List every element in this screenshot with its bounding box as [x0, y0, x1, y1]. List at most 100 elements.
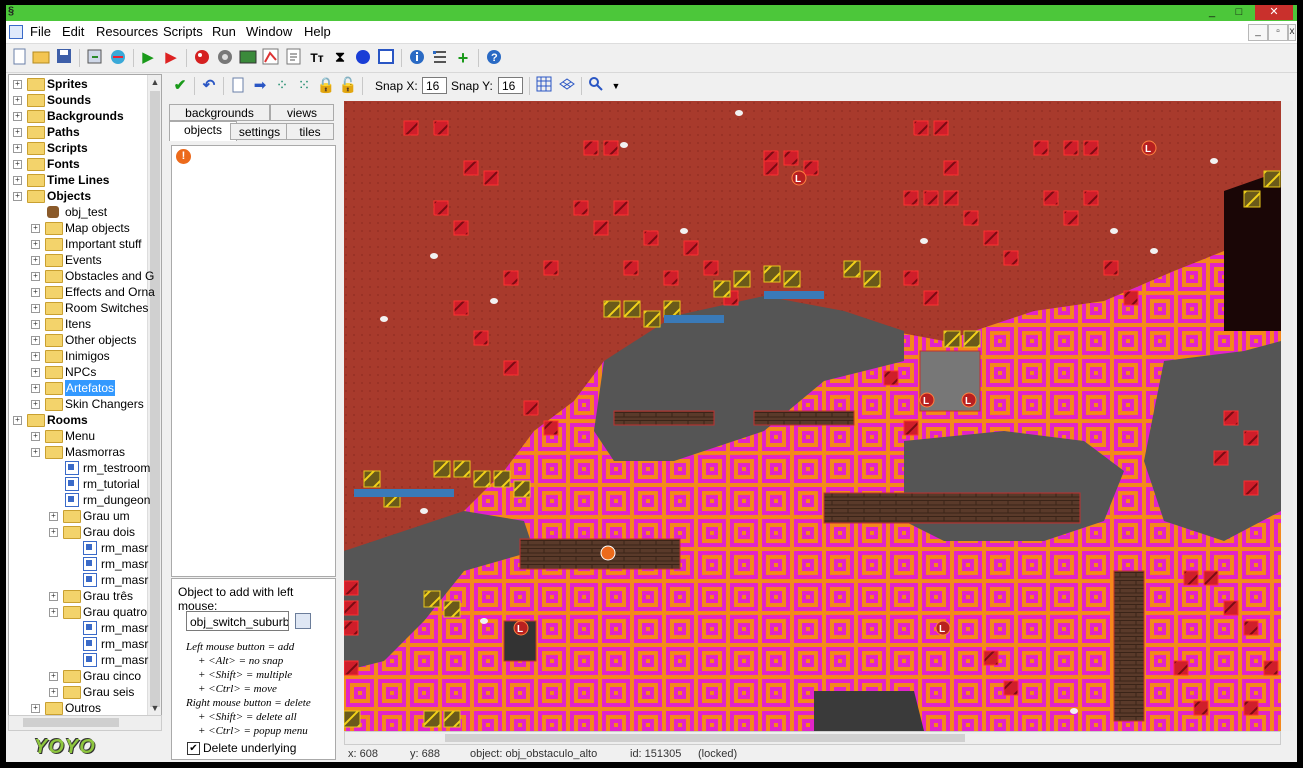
- expand-toggle-icon[interactable]: +: [31, 432, 40, 441]
- tree-item-grau-seis[interactable]: + Grau seis: [9, 684, 147, 700]
- tree-horizontal-scrollbar[interactable]: [8, 715, 162, 731]
- expand-toggle-icon[interactable]: +: [31, 336, 40, 345]
- tree-item-artefatos[interactable]: + Artefatos: [9, 380, 147, 396]
- expand-toggle-icon[interactable]: +: [13, 176, 22, 185]
- minimize-button[interactable]: _: [1199, 5, 1225, 20]
- tree-item-menu[interactable]: + Menu: [9, 428, 147, 444]
- menu-edit[interactable]: Edit: [62, 24, 84, 39]
- menu-file[interactable]: File: [30, 24, 51, 39]
- expand-toggle-icon[interactable]: +: [31, 352, 40, 361]
- help-icon[interactable]: ?: [484, 48, 504, 68]
- object-palette-list[interactable]: !: [171, 145, 336, 577]
- tree-item-rm-masr[interactable]: rm_masr: [9, 572, 148, 588]
- expand-toggle-icon[interactable]: +: [49, 512, 58, 521]
- tab-tiles[interactable]: tiles: [286, 123, 334, 140]
- publish-icon[interactable]: [108, 48, 128, 68]
- create-object-icon[interactable]: [353, 48, 373, 68]
- snap-y-input[interactable]: 16: [498, 77, 523, 94]
- unlock-instances-icon[interactable]: 🔓: [338, 76, 358, 96]
- expand-toggle-icon[interactable]: +: [31, 224, 40, 233]
- ok-checkmark-icon[interactable]: ✔: [170, 76, 190, 96]
- close-button[interactable]: ✕: [1255, 5, 1293, 20]
- expand-toggle-icon[interactable]: +: [31, 304, 40, 313]
- mdi-close-icon[interactable]: x: [1288, 24, 1296, 41]
- tree-item-other-objects[interactable]: + Other objects: [9, 332, 147, 348]
- tree-scroll-thumb[interactable]: [150, 91, 160, 707]
- mdi-minimize-icon[interactable]: _: [1248, 24, 1268, 41]
- expand-toggle-icon[interactable]: +: [31, 704, 40, 713]
- sort-y-icon[interactable]: ⁙: [294, 76, 314, 96]
- delete-underlying-checkbox[interactable]: ✔: [187, 742, 200, 755]
- canvas-horizontal-scrollbar[interactable]: [344, 731, 1281, 745]
- expand-toggle-icon[interactable]: +: [31, 288, 40, 297]
- tree-item-rm-masr[interactable]: rm_masr: [9, 556, 148, 572]
- expand-toggle-icon[interactable]: +: [31, 448, 40, 457]
- save-icon[interactable]: [54, 48, 74, 68]
- expand-toggle-icon[interactable]: +: [49, 608, 58, 617]
- create-timeline-icon[interactable]: ⧗: [330, 48, 350, 68]
- tree-item-outros[interactable]: + Outros: [9, 700, 147, 715]
- tree-item-rm-tutorial[interactable]: rm_tutorial: [9, 476, 147, 492]
- tree-item-inimigos[interactable]: + Inimigos: [9, 348, 147, 364]
- tree-item-paths[interactable]: + Paths: [9, 124, 147, 140]
- expand-toggle-icon[interactable]: +: [13, 144, 22, 153]
- resource-tree[interactable]: ▲ ▼ + Sprites + Sounds + Backgrounds + Paths + Sc…: [8, 74, 162, 716]
- tree-item-npcs[interactable]: + NPCs: [9, 364, 147, 380]
- room-canvas[interactable]: L L L L L L: [344, 101, 1281, 731]
- tree-item-grau-quatro[interactable]: + Grau quatro: [9, 604, 147, 620]
- global-settings-icon[interactable]: [430, 48, 450, 68]
- clear-room-icon[interactable]: [228, 76, 248, 96]
- tree-item-grau-cinco[interactable]: + Grau cinco: [9, 668, 147, 684]
- debug-game-icon[interactable]: ▶: [161, 48, 181, 68]
- maximize-button[interactable]: □: [1226, 5, 1252, 20]
- mdi-restore-icon[interactable]: ▫: [1268, 24, 1288, 41]
- tree-item-room-switches[interactable]: + Room Switches: [9, 300, 148, 316]
- room-map[interactable]: L L L L L L: [344, 101, 1281, 731]
- create-path-icon[interactable]: [261, 48, 281, 68]
- expand-toggle-icon[interactable]: +: [13, 192, 22, 201]
- menu-window[interactable]: Window: [246, 24, 292, 39]
- expand-toggle-icon[interactable]: +: [13, 112, 22, 121]
- tree-item-map-objects[interactable]: + Map objects: [9, 220, 147, 236]
- zoom-icon[interactable]: [586, 76, 606, 96]
- menu-help[interactable]: Help: [304, 24, 331, 39]
- tree-item-effects-and-orna[interactable]: + Effects and Orna: [9, 284, 155, 300]
- expand-toggle-icon[interactable]: +: [13, 80, 22, 89]
- expand-toggle-icon[interactable]: +: [49, 672, 58, 681]
- run-game-icon[interactable]: ▶: [138, 48, 158, 68]
- scroll-down-icon[interactable]: ▼: [148, 701, 161, 715]
- tree-item-obstacles-and-g[interactable]: + Obstacles and G: [9, 268, 154, 284]
- tree-item-sounds[interactable]: + Sounds: [9, 92, 147, 108]
- object-picker-icon[interactable]: [295, 613, 311, 629]
- expand-toggle-icon[interactable]: +: [31, 240, 40, 249]
- scroll-up-icon[interactable]: ▲: [148, 75, 161, 89]
- tree-item-time-lines[interactable]: + Time Lines: [9, 172, 147, 188]
- canvas-vertical-scrollbar[interactable]: [1281, 101, 1293, 731]
- expand-toggle-icon[interactable]: +: [31, 320, 40, 329]
- tree-item-skin-changers[interactable]: + Skin Changers: [9, 396, 147, 412]
- game-info-icon[interactable]: [407, 48, 427, 68]
- tree-item-obj-test[interactable]: obj_test: [9, 204, 147, 220]
- menu-scripts[interactable]: Scripts: [163, 24, 203, 39]
- create-background-icon[interactable]: [238, 48, 258, 68]
- tree-item-fonts[interactable]: + Fonts: [9, 156, 147, 172]
- tree-item-important-stuff[interactable]: + Important stuff: [9, 236, 147, 252]
- expand-toggle-icon[interactable]: +: [31, 272, 40, 281]
- create-script-icon[interactable]: [284, 48, 304, 68]
- tree-item-masmorras[interactable]: + Masmorras: [9, 444, 147, 460]
- grid-toggle-icon[interactable]: [534, 76, 554, 96]
- tree-item-grau-dois[interactable]: + Grau dois: [9, 524, 147, 540]
- tab-objects[interactable]: objects: [169, 121, 237, 141]
- expand-toggle-icon[interactable]: +: [13, 96, 22, 105]
- open-folder-icon[interactable]: [31, 48, 51, 68]
- tree-item-grau-um[interactable]: + Grau um: [9, 508, 147, 524]
- snap-x-input[interactable]: 16: [422, 77, 447, 94]
- tree-item-sprites[interactable]: + Sprites: [9, 76, 147, 92]
- zoom-dropdown-icon[interactable]: ▼: [606, 76, 626, 96]
- tree-item-objects[interactable]: + Objects: [9, 188, 147, 204]
- tree-item-rooms[interactable]: + Rooms: [9, 412, 147, 428]
- expand-toggle-icon[interactable]: +: [31, 384, 40, 393]
- undo-icon[interactable]: ↶: [199, 76, 219, 96]
- extension-packages-icon[interactable]: +: [453, 48, 473, 68]
- object-to-add-field[interactable]: obj_switch_suburbio: [186, 611, 289, 631]
